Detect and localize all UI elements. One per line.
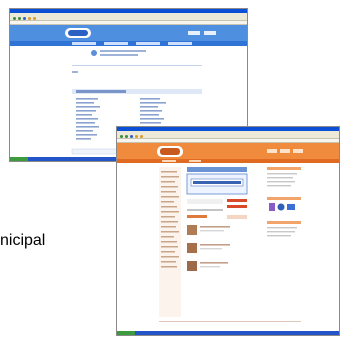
back-small-link [72,71,78,73]
favorites-icon [33,16,36,20]
front-right-line-6 [267,231,295,233]
front-right-heading-2 [267,197,301,200]
front-search-icon [135,134,138,138]
front-news-title-3 [200,262,228,264]
front-right-line-2 [267,177,293,179]
back-top-link-2 [204,31,216,35]
front-top-link-2 [280,149,290,153]
front-logo-mark [160,148,180,155]
front-nav-strip [117,159,339,163]
front-xp-taskbar [117,331,339,335]
front-footer-rule [159,321,301,322]
back-nav-item-2 [104,42,128,45]
front-news-text-1 [200,230,224,232]
front-right-line-3 [267,181,295,183]
front-right-line-1 [267,173,297,175]
front-partner-logo-3 [287,204,295,210]
front-partner-logo-2 [277,203,285,211]
front-top-link-1 [267,149,277,153]
front-red-badge-2 [227,205,247,208]
front-nav-item-2 [189,160,201,162]
front-start-button [117,331,135,335]
back-intro-line-1 [100,50,146,52]
front-top-link-3 [293,149,303,153]
home-icon [23,16,26,20]
front-header-band [117,143,339,159]
front-news-title-1 [200,226,230,228]
back-top-link-1 [188,31,200,35]
front-red-badge-1 [227,199,247,202]
front-right-line-5 [267,227,297,229]
front-nav-item-1 [162,160,176,162]
front-right-line-4 [267,185,291,187]
front-browser-screenshot [116,126,340,336]
front-main-banner [187,167,247,172]
front-news-thumb-1 [187,225,197,235]
back-listing-title [76,90,126,93]
front-news-title-2 [200,244,230,246]
front-right-heading-3 [267,221,301,224]
front-home-icon [130,134,133,138]
page-caption: nicipal [0,232,46,249]
back-nav-item-4 [168,42,192,45]
back-nav-item-1 [72,42,96,45]
front-news-text-2 [200,248,222,250]
front-back-nav-icon [120,134,123,138]
front-right-heading [267,167,301,170]
back-logo-mark [68,30,88,36]
front-forward-nav-icon [125,134,128,138]
front-line-1 [187,209,223,211]
front-section-label [187,215,207,218]
front-news-text-3 [200,266,220,268]
search-icon [28,16,31,20]
front-side-tag [227,215,247,219]
front-partner-logo-1 [269,203,275,211]
back-footer-box [71,148,123,155]
front-left-sidebar [159,167,181,317]
back-nav-icon [13,16,16,20]
forward-nav-icon [18,16,21,20]
front-feature-title [193,181,241,184]
front-news-thumb-2 [187,243,197,253]
back-nav-item-3 [136,42,160,45]
front-favorites-icon [140,134,143,138]
back-nav-strip [10,41,247,46]
front-news-thumb-3 [187,261,197,271]
back-listing-left-column [76,98,100,140]
back-start-button [10,157,28,161]
front-right-line-7 [267,235,291,237]
back-intro-icon [91,50,97,56]
back-separator-1 [72,65,202,66]
front-page-content [117,143,339,322]
back-intro-line-2 [100,54,138,56]
front-small-block [187,199,223,204]
